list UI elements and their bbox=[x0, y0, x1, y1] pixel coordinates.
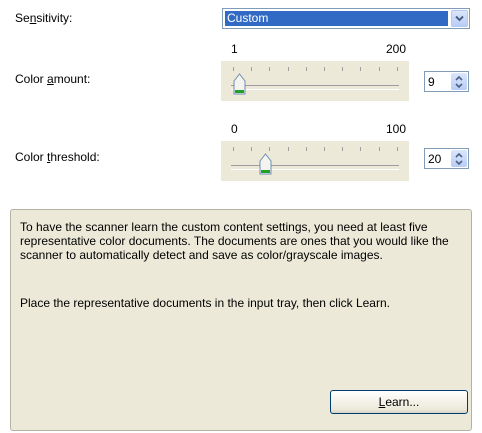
slider-ticks bbox=[233, 147, 398, 153]
color-threshold-min-label: 0 bbox=[231, 122, 238, 136]
slider-ticks bbox=[233, 67, 398, 73]
learn-button[interactable]: Learn... bbox=[330, 390, 468, 414]
color-amount-spinbox[interactable]: 9 bbox=[424, 71, 469, 92]
dropdown-arrow-button[interactable] bbox=[451, 10, 468, 27]
color-amount-spin-buttons[interactable] bbox=[451, 73, 467, 90]
sensitivity-label: Sensitivity: bbox=[15, 11, 73, 25]
color-threshold-value: 20 bbox=[428, 152, 442, 166]
color-amount-max-label: 200 bbox=[386, 42, 407, 56]
color-amount-value: 9 bbox=[428, 75, 435, 89]
slider-thumb[interactable] bbox=[233, 73, 246, 95]
chevron-up-icon[interactable] bbox=[455, 152, 463, 158]
chevron-down-icon bbox=[455, 15, 464, 22]
color-amount-min-label: 1 bbox=[231, 42, 238, 56]
color-amount-label: Color amount: bbox=[15, 72, 91, 86]
info-panel: To have the scanner learn the custom con… bbox=[10, 209, 472, 431]
slider-track bbox=[231, 165, 399, 170]
info-text-paragraph-1: To have the scanner learn the custom con… bbox=[20, 220, 449, 262]
color-threshold-label: Color threshold: bbox=[15, 150, 100, 164]
sensitivity-selected-value: Custom bbox=[225, 11, 448, 26]
color-threshold-slider[interactable] bbox=[221, 141, 409, 181]
color-amount-slider[interactable] bbox=[221, 61, 409, 101]
info-text-paragraph-2: Place the representative documents in th… bbox=[20, 296, 390, 310]
color-threshold-spin-buttons[interactable] bbox=[451, 150, 467, 167]
sensitivity-dropdown[interactable]: Custom bbox=[222, 8, 470, 29]
slider-track bbox=[231, 85, 399, 90]
color-threshold-spinbox[interactable]: 20 bbox=[424, 148, 469, 169]
chevron-up-icon[interactable] bbox=[455, 75, 463, 81]
color-threshold-max-label: 100 bbox=[386, 122, 407, 136]
chevron-down-icon[interactable] bbox=[455, 159, 463, 165]
chevron-down-icon[interactable] bbox=[455, 82, 463, 88]
slider-thumb[interactable] bbox=[259, 153, 272, 175]
